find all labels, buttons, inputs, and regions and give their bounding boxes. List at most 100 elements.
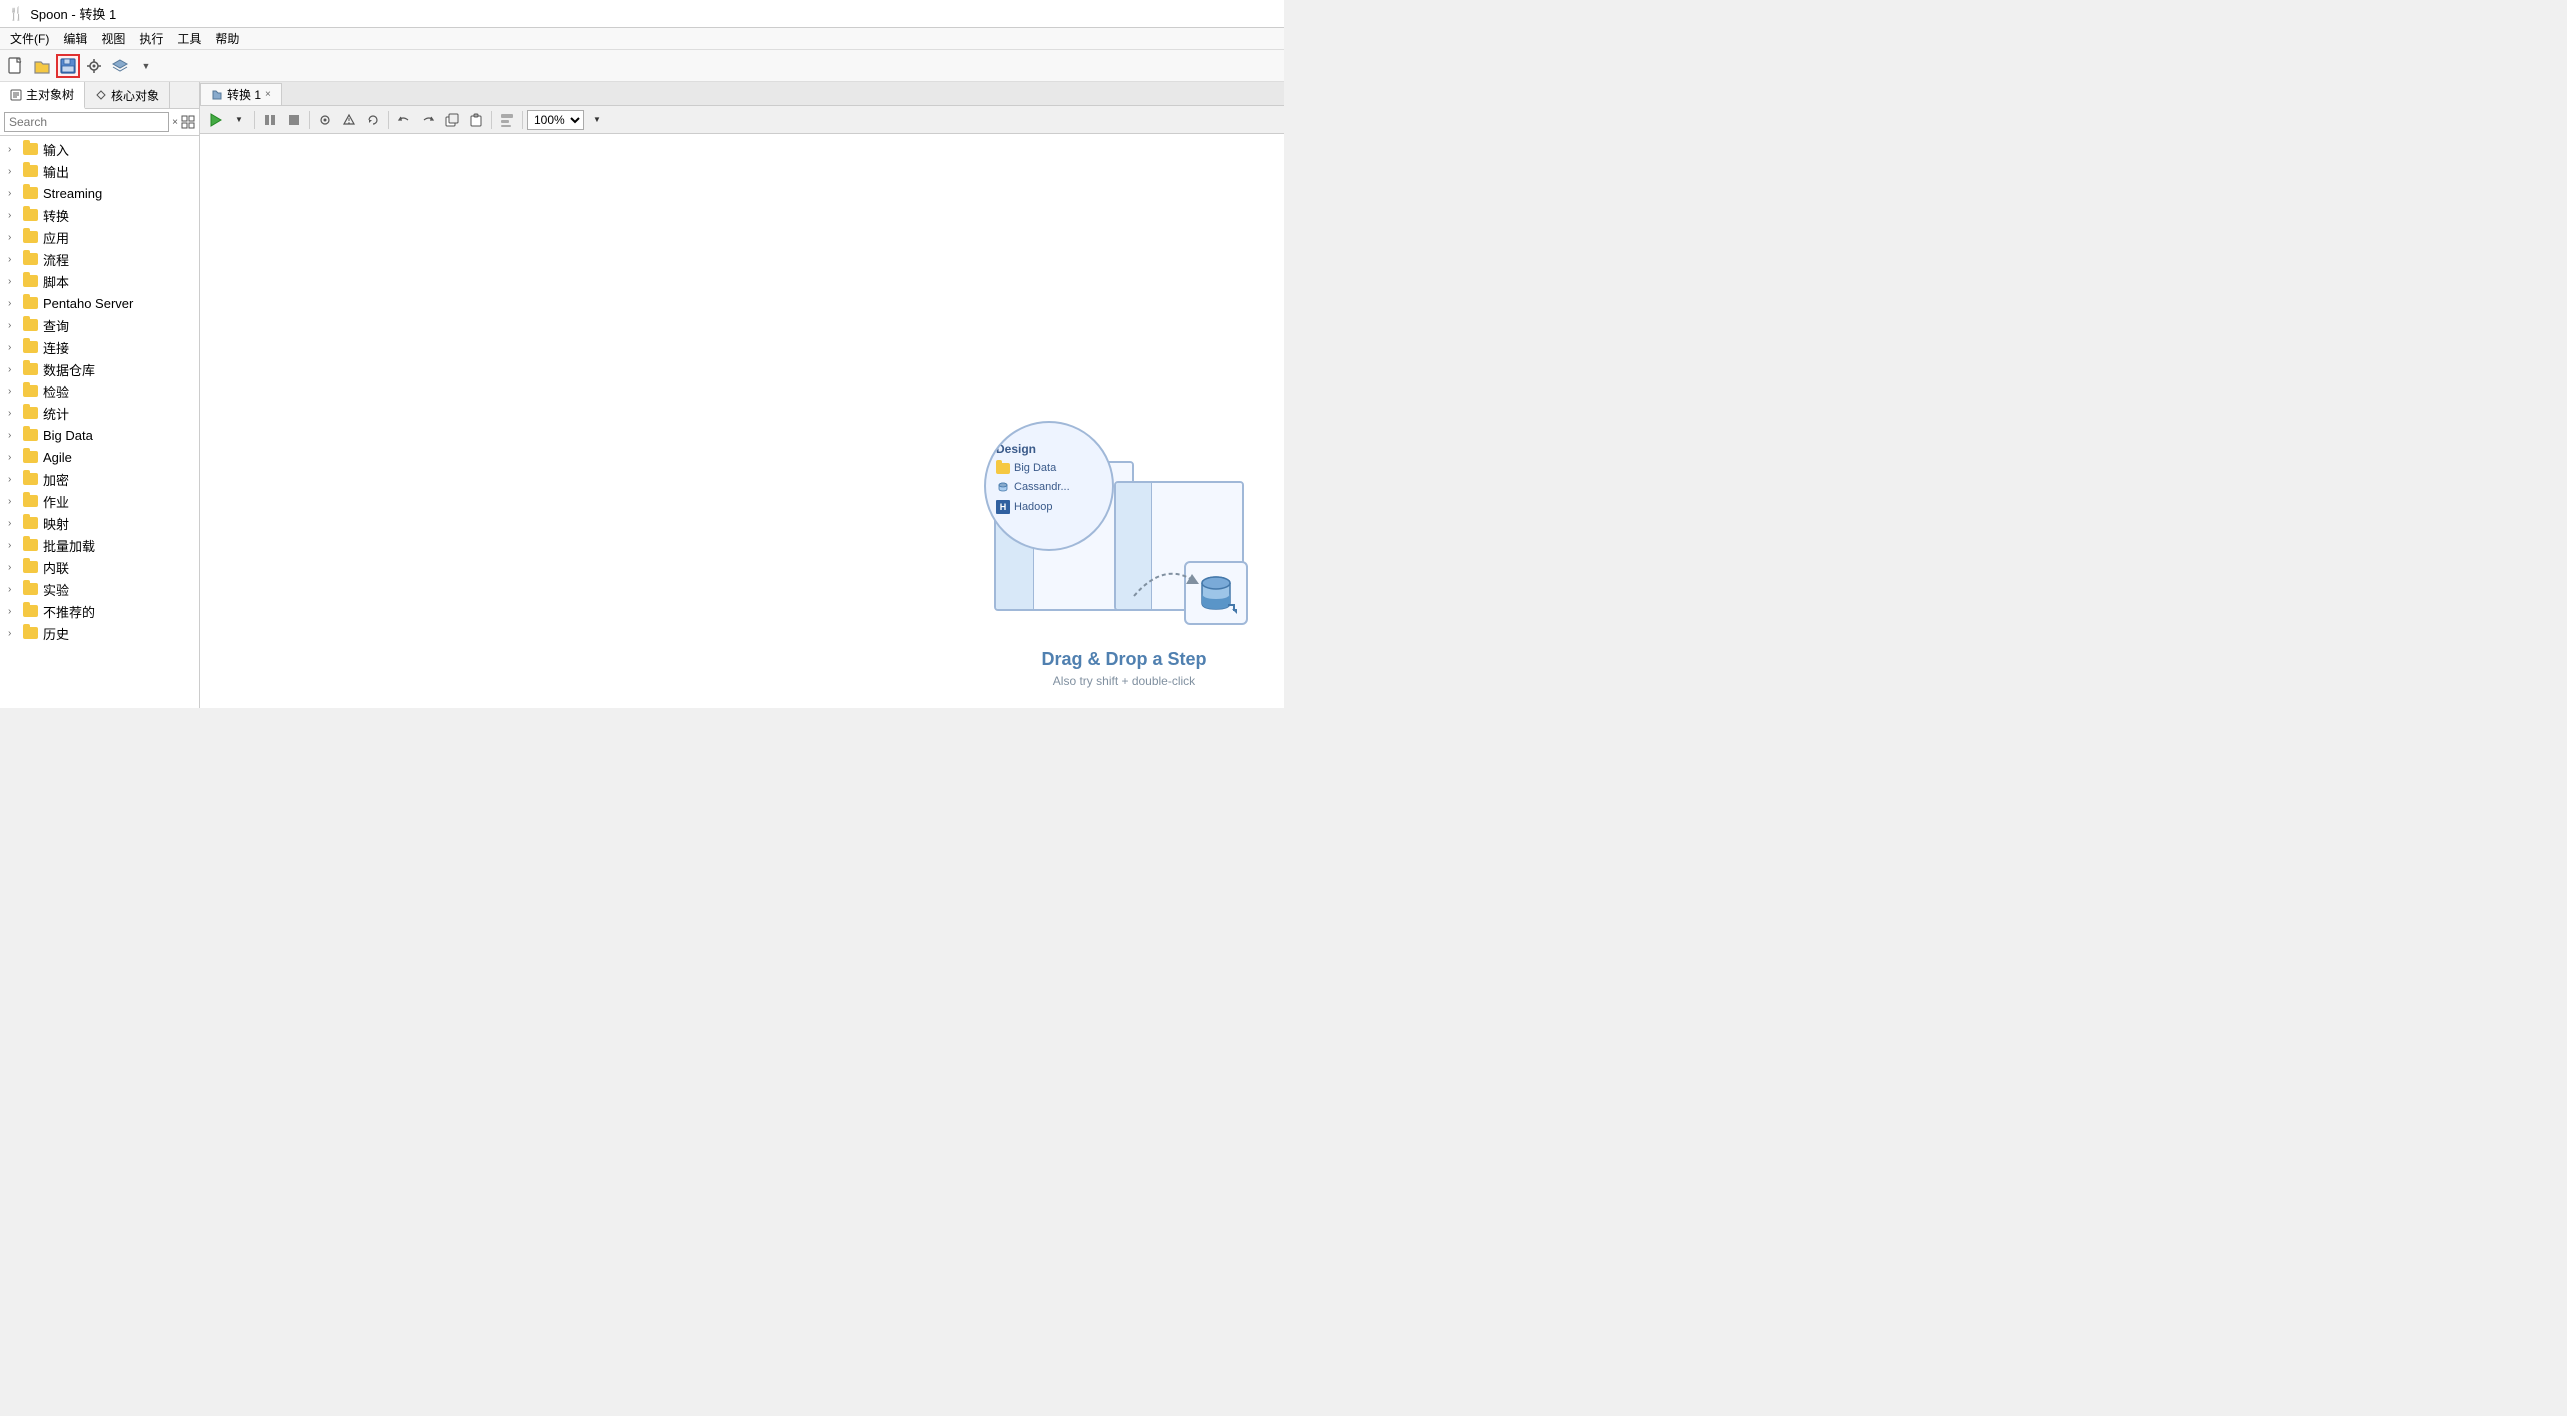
tree-item-label: 转换 xyxy=(43,206,69,225)
tree-item-label: 加密 xyxy=(43,470,69,489)
tree-item[interactable]: › 统计 xyxy=(0,402,199,424)
zoom-select[interactable]: 50% 75% 100% 125% 150% 200% xyxy=(527,110,584,130)
tree-item-label: 内联 xyxy=(43,558,69,577)
debug-button[interactable] xyxy=(338,109,360,131)
tree-arrow: › xyxy=(8,188,22,199)
tree-item-label: 作业 xyxy=(43,492,69,511)
tab-core-objects[interactable]: 核心对象 xyxy=(85,82,170,108)
folder-icon xyxy=(22,142,38,156)
tree-item[interactable]: › Agile xyxy=(0,446,199,468)
tree-arrow: › xyxy=(8,254,22,265)
search-bar: × xyxy=(0,109,199,136)
layers-button[interactable] xyxy=(108,54,132,78)
search-expand-button[interactable] xyxy=(181,113,195,131)
search-clear-button[interactable]: × xyxy=(171,113,179,131)
tree-item[interactable]: › 历史 xyxy=(0,622,199,644)
canvas-tab-0[interactable]: 转换 1 × xyxy=(200,83,282,105)
sep4 xyxy=(491,111,492,129)
tree-item[interactable]: › 内联 xyxy=(0,556,199,578)
folder-icon xyxy=(22,230,38,244)
tree-item[interactable]: › 输出 xyxy=(0,160,199,182)
folder-icon xyxy=(22,626,38,640)
tree-arrow: › xyxy=(8,452,22,463)
run-dropdown[interactable]: ▼ xyxy=(228,109,250,131)
canvas-tabs: 转换 1 × xyxy=(200,82,1284,106)
replay-button[interactable] xyxy=(362,109,384,131)
search-input[interactable] xyxy=(4,112,169,132)
tree-item[interactable]: › 应用 xyxy=(0,226,199,248)
open-button[interactable] xyxy=(30,54,54,78)
tree-item[interactable]: › 数据仓库 xyxy=(0,358,199,380)
tree-item-label: 连接 xyxy=(43,338,69,357)
folder-icon xyxy=(22,516,38,530)
canvas-tab-close[interactable]: × xyxy=(265,89,271,100)
zoom-row-hadoop: H Hadoop xyxy=(996,497,1102,517)
tree-item[interactable]: › 检验 xyxy=(0,380,199,402)
tree-item-label: 数据仓库 xyxy=(43,360,95,379)
tree-arrow: › xyxy=(8,606,22,617)
canvas-area[interactable]: Design Big Data xyxy=(200,134,1284,708)
tree-item-label: Pentaho Server xyxy=(43,296,133,311)
save-button[interactable] xyxy=(56,54,80,78)
tree-arrow: › xyxy=(8,166,22,177)
tree-item[interactable]: › 批量加载 xyxy=(0,534,199,556)
tree-item[interactable]: › 脚本 xyxy=(0,270,199,292)
folder-icon xyxy=(22,296,38,310)
tree-item[interactable]: › Pentaho Server xyxy=(0,292,199,314)
tree-item[interactable]: › 映射 xyxy=(0,512,199,534)
menu-run[interactable]: 执行 xyxy=(133,29,169,48)
tree-item[interactable]: › Streaming xyxy=(0,182,199,204)
tree-item[interactable]: › 实验 xyxy=(0,578,199,600)
paste-button[interactable] xyxy=(465,109,487,131)
preview-button[interactable] xyxy=(314,109,336,131)
tree-arrow: › xyxy=(8,474,22,485)
pause-button[interactable] xyxy=(259,109,281,131)
dropdown-arrow[interactable]: ▼ xyxy=(134,54,158,78)
tree-item[interactable]: › 不推荐的 xyxy=(0,600,199,622)
tree-item-label: 脚本 xyxy=(43,272,69,291)
folder-icon xyxy=(22,208,38,222)
menu-file[interactable]: 文件(F) xyxy=(4,29,55,48)
tree-item[interactable]: › 输入 xyxy=(0,138,199,160)
tree-item[interactable]: › 流程 xyxy=(0,248,199,270)
tree-item[interactable]: › 加密 xyxy=(0,468,199,490)
folder-icon xyxy=(22,472,38,486)
tree-item[interactable]: › 连接 xyxy=(0,336,199,358)
folder-icon xyxy=(22,582,38,596)
tree-item[interactable]: › 转换 xyxy=(0,204,199,226)
menu-bar: 文件(F) 编辑 视图 执行 工具 帮助 xyxy=(0,28,1284,50)
tree-area: › 输入 › 输出 › Streaming › 转换 › xyxy=(0,136,199,708)
zoom-dropdown[interactable]: ▼ xyxy=(586,109,608,131)
copy-button[interactable] xyxy=(441,109,463,131)
folder-icon xyxy=(22,538,38,552)
stop-button[interactable] xyxy=(283,109,305,131)
tree-arrow: › xyxy=(8,144,22,155)
redo-button[interactable] xyxy=(417,109,439,131)
dnd-subtitle: Also try shift + double-click xyxy=(1053,674,1195,688)
folder-icon xyxy=(22,450,38,464)
undo-button[interactable] xyxy=(393,109,415,131)
tree-item[interactable]: › 作业 xyxy=(0,490,199,512)
tree-item-label: 不推荐的 xyxy=(43,602,95,621)
tree-item-label: 历史 xyxy=(43,624,69,643)
zoom-row-bigdata: Big Data xyxy=(996,459,1102,477)
canvas-toolbar: ▼ xyxy=(200,106,1284,134)
left-panel: 主对象树 核心对象 × › xyxy=(0,82,200,708)
main-area: 主对象树 核心对象 × › xyxy=(0,82,1284,708)
menu-edit[interactable]: 编辑 xyxy=(57,29,93,48)
zoom-circle: Design Big Data xyxy=(984,421,1114,551)
tree-item[interactable]: › 查询 xyxy=(0,314,199,336)
menu-tools[interactable]: 工具 xyxy=(171,29,207,48)
menu-help[interactable]: 帮助 xyxy=(209,29,245,48)
tree-item-label: Big Data xyxy=(43,428,93,443)
run-button[interactable] xyxy=(204,109,226,131)
tab-main-tree[interactable]: 主对象树 xyxy=(0,82,85,109)
align-button[interactable] xyxy=(496,109,518,131)
sep1 xyxy=(254,111,255,129)
tree-item-label: 输入 xyxy=(43,140,69,159)
options-button[interactable] xyxy=(82,54,106,78)
folder-icon-bigdata xyxy=(996,463,1010,474)
tree-item[interactable]: › Big Data xyxy=(0,424,199,446)
menu-view[interactable]: 视图 xyxy=(95,29,131,48)
new-button[interactable] xyxy=(4,54,28,78)
